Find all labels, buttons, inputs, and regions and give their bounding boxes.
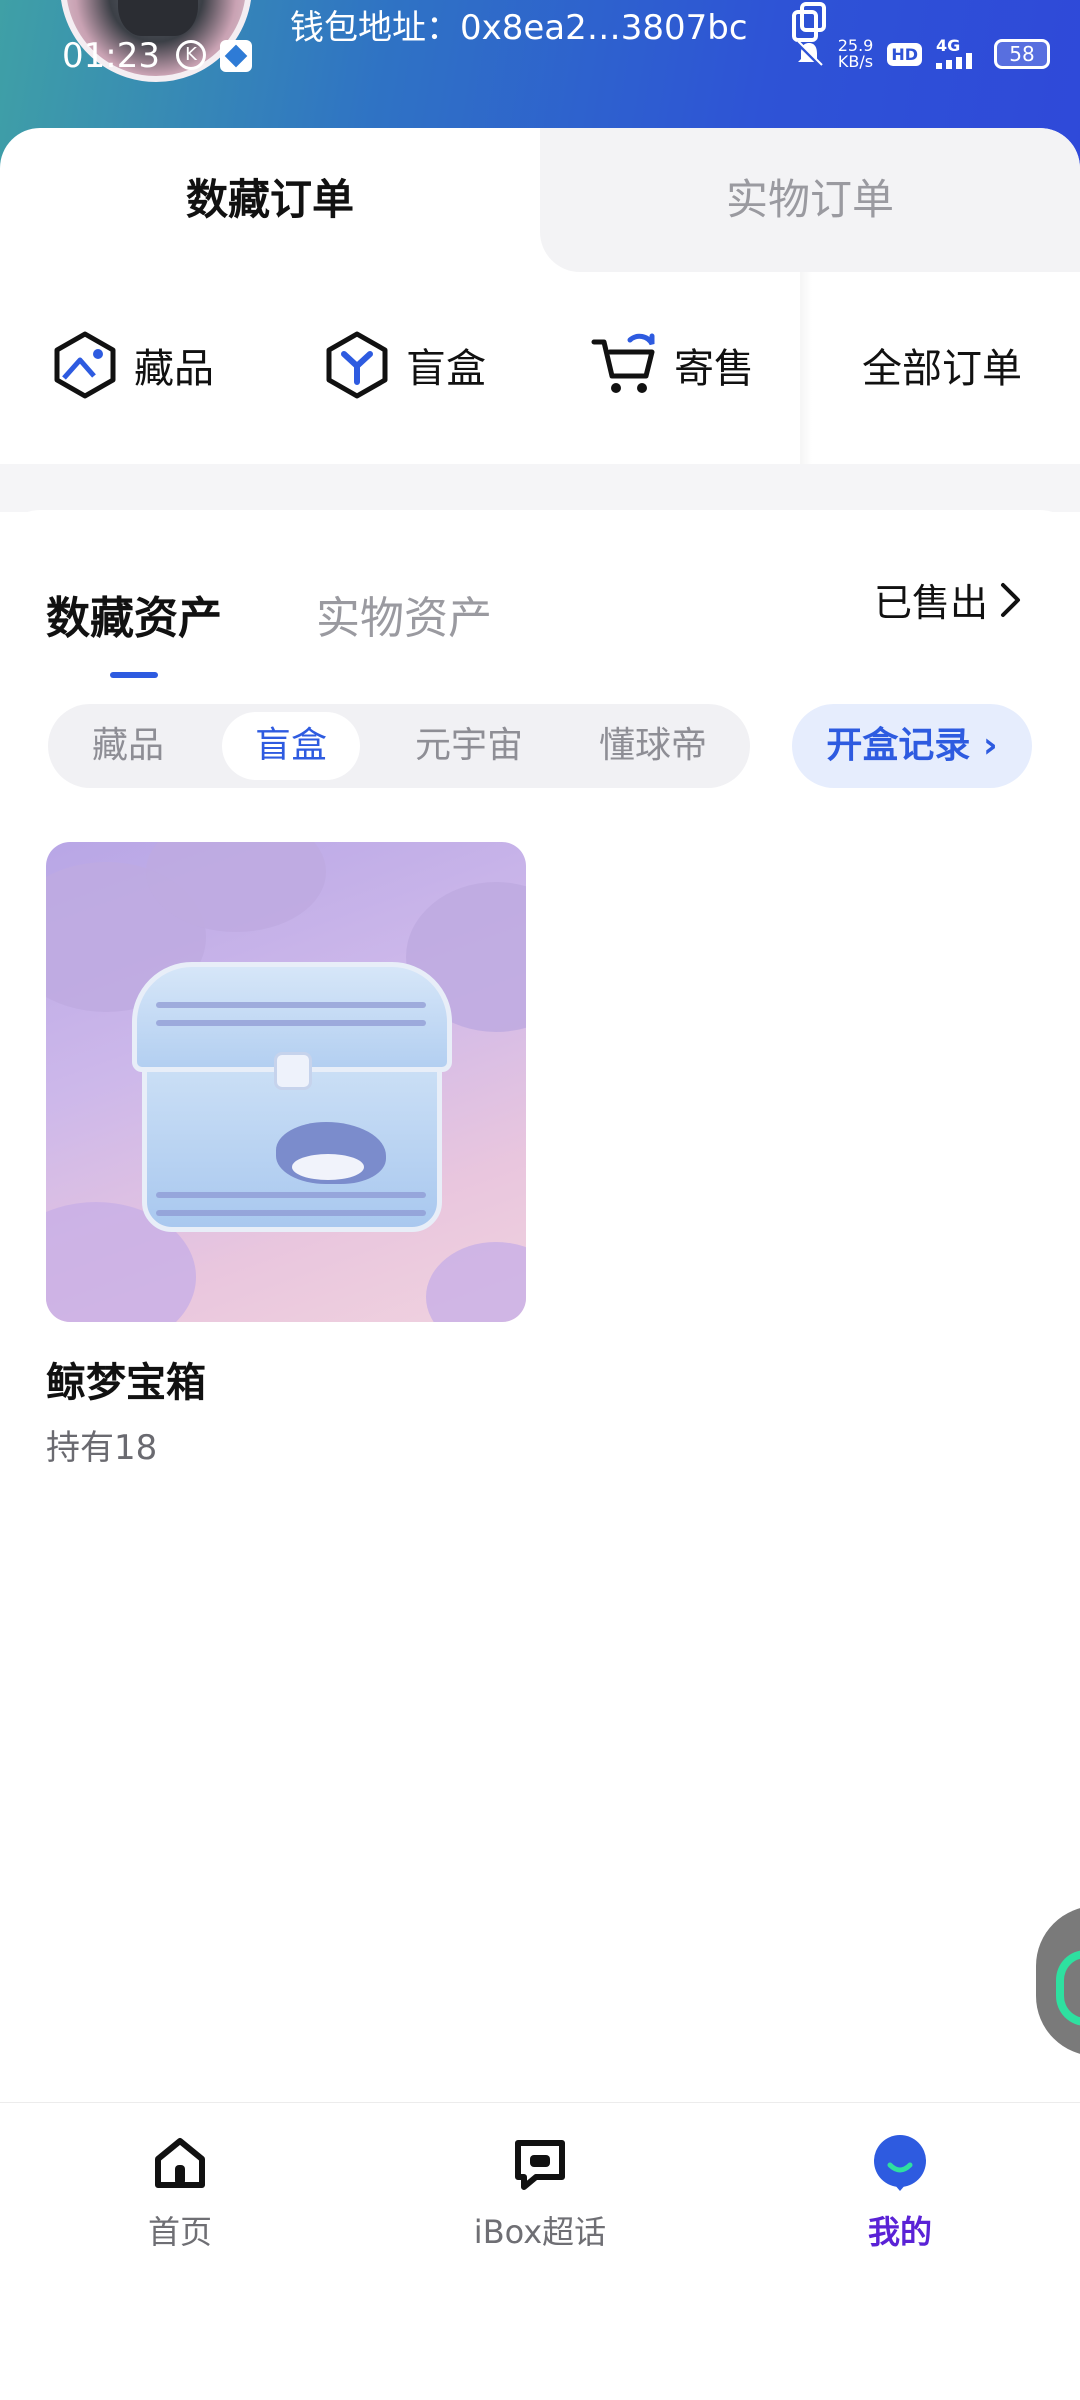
home-icon: [155, 2138, 205, 2188]
filter-bar: 藏品 盲盒 元宇宙 懂球帝: [48, 704, 750, 788]
network-speed: 25.9 KB/s: [837, 36, 874, 71]
open-record-button[interactable]: 开盒记录 ›: [792, 704, 1032, 788]
tab-digital-assets[interactable]: 数藏资产: [46, 582, 222, 646]
status-right: 25.9 KB/s HD 4G 58: [794, 38, 1050, 70]
tab-physical-orders[interactable]: 实物订单: [540, 128, 1080, 272]
status-app-icon: [220, 40, 252, 72]
chevron-right-icon: [1001, 582, 1020, 617]
battery-icon: 58: [994, 39, 1050, 69]
filter-collections[interactable]: 藏品: [68, 712, 188, 780]
divider: [800, 272, 812, 464]
profile-icon: [874, 2135, 926, 2191]
filter-dongqiudi[interactable]: 懂球帝: [578, 712, 728, 780]
product-name[interactable]: 鲸梦宝箱: [46, 1350, 206, 1408]
product-image[interactable]: [46, 842, 526, 1322]
product-holding: 持有18: [46, 1428, 158, 1468]
chat-bubble-icon: [515, 2140, 565, 2190]
status-k-icon: K: [176, 40, 206, 70]
hd-icon: HD: [887, 42, 922, 66]
nav-home[interactable]: 首页: [80, 2131, 280, 2253]
tab-physical-assets[interactable]: 实物资产: [316, 582, 492, 646]
nav-ibox-topic[interactable]: iBox超话: [440, 2131, 640, 2253]
signal-icon: 4G: [936, 38, 980, 69]
order-blind-box[interactable]: 盲盒: [322, 320, 486, 410]
tab-digital-orders[interactable]: 数藏订单: [0, 128, 540, 272]
filter-metaverse[interactable]: 元宇宙: [394, 712, 544, 780]
sold-link[interactable]: 已售出: [874, 572, 1024, 627]
wallet-address: 钱包地址：0x8ea2…3807bc: [290, 8, 748, 48]
app-root: 钱包地址：0x8ea2…3807bc 01:23 K 25.9 KB/s HD …: [0, 0, 1080, 2400]
order-shortcuts: 藏品 盲盒 寄售 全部订单: [0, 272, 1080, 464]
tab-underline: [110, 672, 158, 678]
assets-card: 数藏资产 实物资产 已售出 藏品 盲盒 元宇宙 懂球帝 开盒记录 › 鲸梦宝箱 …: [0, 510, 1080, 2100]
order-consign[interactable]: 寄售: [590, 320, 754, 410]
nav-mine[interactable]: 我的: [800, 2131, 1000, 2253]
orders-card: 数藏订单 实物订单 藏品 盲盒 寄售 全部订单: [0, 128, 1080, 464]
section-gap: [0, 464, 1080, 512]
bottom-nav: 首页 iBox超话 我的: [0, 2102, 1080, 2400]
order-all[interactable]: 全部订单: [862, 320, 1022, 410]
order-collections[interactable]: 藏品: [50, 320, 214, 410]
consign-cart-icon: [591, 333, 655, 393]
collection-icon: [54, 331, 116, 399]
bell-muted-icon: [795, 40, 823, 68]
status-time: 01:23: [62, 36, 160, 76]
blind-box-icon: [326, 331, 388, 399]
filter-blind-box[interactable]: 盲盒: [222, 712, 360, 780]
